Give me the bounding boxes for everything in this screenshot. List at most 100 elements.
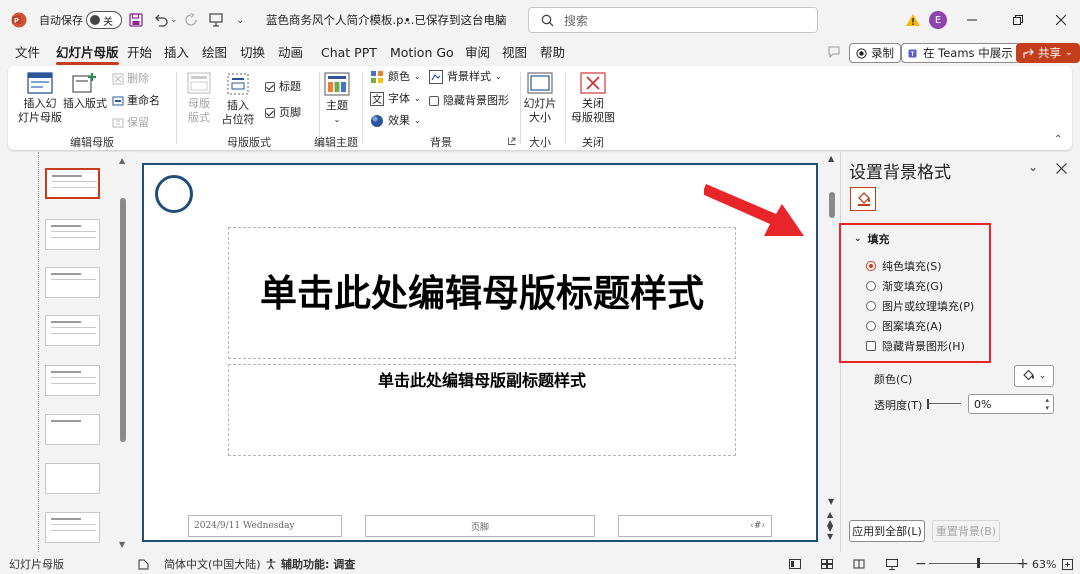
slider-thumb[interactable] — [927, 399, 929, 409]
undo-dropdown-icon[interactable]: ⌄ — [170, 0, 178, 40]
footer-checkbox[interactable]: 页脚 — [265, 106, 301, 120]
insert-placeholder-button[interactable]: 插入 占位符 — [218, 72, 258, 127]
save-status[interactable]: • 已保存到这台电脑 — [404, 0, 506, 40]
slide-sorter-icon[interactable] — [821, 554, 833, 574]
panel-close-icon[interactable] — [1056, 163, 1067, 174]
slide-scrollbar[interactable] — [829, 192, 835, 218]
slide-size-button[interactable]: 幻灯片 大小 — [520, 72, 560, 125]
tab-insert[interactable]: 插入 — [164, 40, 189, 66]
close-master-view-button[interactable]: 关闭 母版视图 — [568, 72, 618, 125]
thumbnail-layout[interactable] — [45, 463, 100, 494]
thumbnail-layout[interactable] — [45, 414, 100, 445]
next-slide-icon[interactable]: ▼ ▼ — [827, 525, 833, 541]
tab-home[interactable]: 开始 — [127, 40, 152, 66]
slide-scroll-down-icon[interactable]: ▼ — [828, 497, 834, 506]
zoom-slider[interactable] — [929, 563, 1019, 564]
effects-dropdown-icon: ⌄ — [414, 116, 421, 125]
hide-background-checkbox[interactable]: 隐藏背景图形(H) — [866, 338, 965, 354]
fill-tab[interactable] — [850, 187, 876, 211]
tab-animations[interactable]: 动画 — [278, 40, 303, 66]
accessibility-icon — [265, 558, 277, 570]
thumbnail-layout[interactable] — [45, 315, 100, 346]
transparency-slider[interactable] — [927, 398, 961, 410]
tab-transitions[interactable]: 切换 — [240, 40, 265, 66]
collapse-ribbon-icon[interactable]: ⌃ — [1054, 134, 1062, 145]
tab-help[interactable]: 帮助 — [540, 40, 565, 66]
thumbnail-layout[interactable] — [45, 219, 100, 250]
avatar[interactable]: E — [929, 0, 947, 40]
transparency-input[interactable]: 0% ▴ ▾ — [968, 394, 1054, 414]
notes-icon[interactable] — [138, 554, 149, 574]
tab-view[interactable]: 视图 — [502, 40, 527, 66]
language-status[interactable]: 简体中文(中国大陆) — [164, 554, 261, 574]
color-picker[interactable]: ⌄ — [1014, 365, 1054, 387]
scroll-down-icon[interactable]: ▼ — [119, 540, 125, 549]
fit-slide-icon[interactable] — [1062, 554, 1073, 574]
dialog-launcher-icon[interactable] — [508, 137, 516, 145]
tab-review[interactable]: 审阅 — [465, 40, 490, 66]
slide-scroll-up-icon[interactable]: ▲ — [828, 154, 834, 163]
tab-slide-master[interactable]: 幻灯片母版 — [56, 40, 119, 66]
record-button[interactable]: 录制 — [849, 43, 901, 63]
hide-background-graphics-box — [429, 96, 439, 106]
pattern-fill-radio[interactable]: 图案填充(A) — [866, 318, 942, 334]
tab-draw[interactable]: 绘图 — [202, 40, 227, 66]
date-placeholder[interactable]: 2024/9/11 Wednesday — [188, 515, 342, 537]
tab-file[interactable]: 文件 — [15, 40, 40, 66]
picture-fill-radio[interactable]: 图片或纹理填充(P) — [866, 298, 974, 314]
fill-section-header[interactable]: ⌄ 填充 — [854, 231, 890, 247]
thumbnail-master[interactable] — [45, 168, 100, 199]
colors-button[interactable]: 颜色 ⌄ — [370, 70, 421, 84]
minimize-icon[interactable] — [967, 0, 977, 40]
zoom-slider-thumb[interactable] — [977, 558, 980, 568]
comment-icon[interactable] — [828, 46, 840, 58]
thumbnail-layout[interactable] — [45, 512, 100, 543]
thumbnail-scrollbar[interactable] — [120, 198, 126, 442]
thumbnail-layout[interactable] — [45, 365, 100, 396]
restore-icon[interactable] — [1013, 0, 1023, 40]
gradient-fill-radio[interactable]: 渐变填充(G) — [866, 278, 943, 294]
close-icon[interactable] — [1056, 0, 1066, 40]
warning-icon[interactable] — [905, 0, 921, 40]
hide-background-graphics-checkbox[interactable]: 隐藏背景图形 — [429, 94, 509, 108]
autosave-toggle[interactable]: 关 — [86, 0, 122, 40]
spinner-icon[interactable]: ▴ ▾ — [1045, 396, 1049, 412]
insert-layout-button[interactable]: 插入版式 — [62, 72, 108, 111]
rename-button[interactable]: 重命名 — [112, 94, 160, 108]
zoom-in-icon[interactable]: + — [1017, 554, 1029, 574]
master-title-placeholder[interactable]: 单击此处编辑母版标题样式 — [228, 227, 736, 359]
save-icon[interactable] — [129, 0, 143, 40]
reading-view-icon[interactable] — [853, 554, 865, 574]
normal-view-icon[interactable] — [789, 554, 801, 574]
search-input[interactable]: 搜索 — [528, 7, 818, 33]
chevron-down-icon[interactable]: ⌄ — [496, 0, 504, 40]
panel-options-chevron-icon[interactable]: ⌄ — [1028, 160, 1038, 174]
theme-button[interactable]: 主题 ⌄ — [322, 72, 352, 127]
zoom-level[interactable]: 63% — [1032, 554, 1056, 574]
share-button[interactable]: 共享 ⌄ — [1016, 43, 1080, 63]
insert-slide-master-button[interactable]: 插入幻 灯片母版 — [16, 72, 64, 125]
slide-number-placeholder[interactable]: ‹#› — [618, 515, 772, 537]
search-placeholder: 搜索 — [564, 13, 589, 28]
effects-button[interactable]: 效果 ⌄ — [370, 114, 421, 128]
slideshow-icon[interactable] — [886, 554, 898, 574]
master-subtitle-placeholder[interactable]: 单击此处编辑母版副标题样式 — [228, 364, 736, 456]
apply-to-all-button[interactable]: 应用到全部(L) — [849, 520, 925, 542]
teams-label: 在 Teams 中展示 — [923, 46, 1013, 60]
solid-fill-radio[interactable]: 纯色填充(S) — [866, 258, 942, 274]
title-checkbox[interactable]: 标题 — [265, 80, 301, 94]
thumbnail-layout[interactable] — [45, 267, 100, 298]
footer-placeholder[interactable]: 页脚 — [365, 515, 595, 537]
zoom-out-icon[interactable]: − — [915, 554, 927, 574]
redo-icon[interactable] — [184, 0, 198, 40]
present-icon[interactable] — [209, 0, 223, 40]
customize-qat-icon[interactable]: ⌄ — [236, 0, 244, 40]
background-styles-button[interactable]: 背景样式 ⌄ — [429, 70, 502, 84]
scroll-up-icon[interactable]: ▲ — [119, 156, 125, 165]
undo-icon[interactable] — [153, 0, 169, 40]
fonts-button[interactable]: 文 字体 ⌄ — [370, 92, 421, 106]
tab-chat-ppt[interactable]: Chat PPT — [321, 40, 377, 66]
accessibility-status[interactable]: 辅助功能: 调查 — [265, 554, 355, 574]
tab-motion-go[interactable]: Motion Go — [390, 40, 454, 66]
teams-present-button[interactable]: T 在 Teams 中展示 — [901, 43, 1020, 63]
